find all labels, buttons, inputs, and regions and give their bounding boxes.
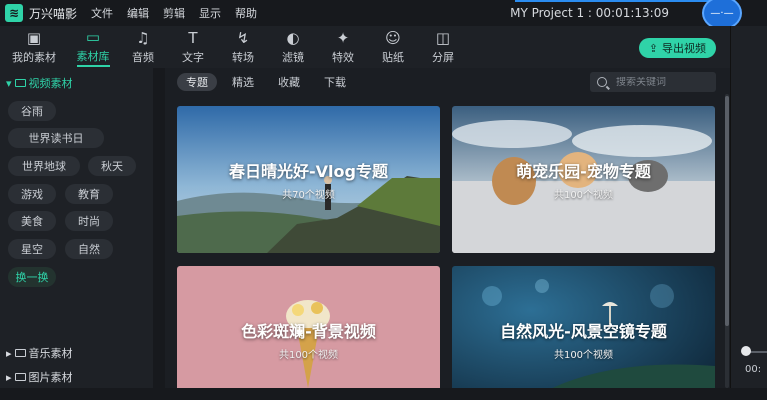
tool-label: 文字	[182, 51, 204, 64]
caret-right-icon: ▸	[6, 346, 12, 360]
card-count: 共100个视频	[278, 350, 339, 361]
folder-icon	[14, 79, 26, 87]
image-assets-folder[interactable]: ▸ 图片素材	[6, 369, 73, 385]
menu-clip[interactable]: 剪辑	[163, 5, 185, 21]
filter-icon: ◐	[286, 29, 300, 47]
tool-label: 特效	[332, 51, 354, 64]
card-count: 共100个视频	[553, 190, 614, 201]
menu-bar: ≋ 万兴喵影 文件 编辑 剪辑 显示 帮助 MY Project 1 : 00:…	[0, 0, 767, 30]
tool-library[interactable]: ▭ 素材库	[68, 26, 118, 68]
card-title: 自然风光-风景空镜专题	[500, 322, 667, 341]
scrollbar-thumb[interactable]	[725, 96, 729, 326]
folder-icon: ▣	[26, 29, 42, 47]
tool-label: 转场	[232, 51, 254, 64]
text-icon: T	[188, 29, 198, 47]
tab-featured[interactable]: 精选	[223, 73, 263, 91]
card-title: 色彩斑斓-背景视频	[241, 322, 376, 341]
split-screen-icon: ◫	[435, 29, 451, 47]
tab-favorites[interactable]: 收藏	[269, 73, 309, 91]
effects-icon: ✦	[336, 29, 350, 47]
tag-world-book-day[interactable]: 世界读书日	[8, 128, 104, 148]
export-video-button[interactable]: ⇪ 导出视频	[638, 38, 716, 58]
bottom-bar	[0, 388, 767, 400]
tool-my-media[interactable]: ▣ 我的素材	[0, 26, 68, 68]
tag-food[interactable]: 美食	[8, 211, 56, 231]
card-title: 萌宠乐园-宠物专题	[516, 162, 651, 181]
menu-view[interactable]: 显示	[199, 5, 221, 21]
export-video-label: 导出视频	[662, 42, 706, 55]
tool-label: 分屏	[432, 51, 454, 64]
music-assets-label: 音乐素材	[28, 347, 73, 360]
tool-audio[interactable]: ♫ 音频	[118, 26, 168, 68]
category-sidebar: ▾ 视频素材 谷雨 世界读书日 世界地球 秋天 游戏 教育 美食 时尚 星空 自…	[0, 68, 153, 388]
transition-icon: ↯	[236, 29, 250, 47]
card-overlay: 萌宠乐园-宠物专题 共100个视频	[452, 106, 715, 253]
tag-earth-day[interactable]: 世界地球	[8, 156, 80, 176]
tool-sticker[interactable]: ☺ 贴纸	[368, 26, 418, 68]
playback-slider-knob[interactable]	[741, 346, 751, 356]
library-scrollbar[interactable]	[725, 94, 729, 388]
menu-help[interactable]: 帮助	[235, 5, 257, 21]
tab-topics[interactable]: 专题	[177, 73, 217, 91]
tool-transition[interactable]: ↯ 转场	[218, 26, 268, 68]
topic-card-vlog[interactable]: 春日晴光好-Vlog专题 共70个视频	[177, 106, 440, 253]
sticker-icon: ☺	[385, 29, 401, 47]
tag-games[interactable]: 游戏	[8, 184, 56, 204]
topic-card-scenery[interactable]: 自然风光-风景空镜专题 共100个视频	[452, 266, 715, 400]
folder-icon	[14, 373, 26, 381]
card-overlay: 春日晴光好-Vlog专题 共70个视频	[177, 106, 440, 253]
tag-nature[interactable]: 自然	[65, 239, 113, 259]
tag-guyu[interactable]: 谷雨	[8, 101, 56, 121]
card-count: 共100个视频	[553, 350, 614, 361]
tool-split-screen[interactable]: ◫ 分屏	[418, 26, 468, 68]
search-input[interactable]	[616, 76, 711, 88]
video-assets-header[interactable]: ▾ 视频素材	[6, 75, 73, 91]
playback-time: 00:	[745, 364, 762, 375]
tool-label: 音频	[132, 51, 154, 64]
topic-card-backgrounds[interactable]: 色彩斑斓-背景视频 共100个视频	[177, 266, 440, 400]
tool-label: 素材库	[76, 48, 110, 67]
topic-card-pets[interactable]: 萌宠乐园-宠物专题 共100个视频	[452, 106, 715, 253]
folder-icon	[14, 349, 26, 357]
video-assets-label: 视频素材	[28, 77, 73, 90]
library-icon: ▭	[85, 27, 101, 46]
tool-label: 滤镜	[282, 51, 304, 64]
search-box[interactable]	[590, 72, 716, 92]
card-title: 春日晴光好-Vlog专题	[229, 162, 388, 181]
tab-downloads[interactable]: 下载	[315, 73, 355, 91]
music-note-icon: ♫	[136, 29, 150, 47]
tag-education[interactable]: 教育	[65, 184, 113, 204]
caret-down-icon: ▾	[6, 76, 12, 90]
tag-fashion[interactable]: 时尚	[65, 211, 113, 231]
card-overlay: 色彩斑斓-背景视频 共100个视频	[177, 266, 440, 400]
card-count: 共70个视频	[282, 190, 335, 201]
refresh-tags-button[interactable]: 换一换	[8, 267, 56, 287]
image-assets-label: 图片素材	[28, 371, 73, 384]
render-progress-bar	[515, 0, 710, 2]
caret-right-icon: ▸	[6, 370, 12, 384]
tag-autumn[interactable]: 秋天	[88, 156, 136, 176]
search-icon	[597, 77, 607, 87]
tool-effects[interactable]: ✦ 特效	[318, 26, 368, 68]
tool-filter[interactable]: ◐ 滤镜	[268, 26, 318, 68]
tool-label: 我的素材	[12, 51, 56, 64]
card-overlay: 自然风光-风景空镜专题 共100个视频	[452, 266, 715, 400]
preview-panel-edge: 00:	[730, 26, 767, 388]
library-main: 专题 精选 收藏 下载 春日晴光好-Vlog专题	[165, 68, 730, 400]
media-toolbar: ▣ 我的素材 ▭ 素材库 ♫ 音频 T 文字 ↯ 转场 ◐ 滤镜 ✦ 特效 ☺ …	[0, 26, 730, 68]
tool-text[interactable]: T 文字	[168, 26, 218, 68]
app-logo-icon: ≋	[5, 4, 23, 22]
app-title: 万兴喵影	[29, 6, 78, 21]
panel-divider[interactable]	[153, 68, 165, 388]
menu-edit[interactable]: 编辑	[127, 5, 149, 21]
tag-starry-sky[interactable]: 星空	[8, 239, 56, 259]
upload-icon: ⇪	[648, 41, 658, 55]
project-title-time: MY Project 1 : 00:01:13:09	[510, 6, 669, 20]
tool-label: 贴纸	[382, 51, 404, 64]
menu-file[interactable]: 文件	[91, 5, 113, 21]
music-assets-folder[interactable]: ▸ 音乐素材	[6, 345, 73, 361]
